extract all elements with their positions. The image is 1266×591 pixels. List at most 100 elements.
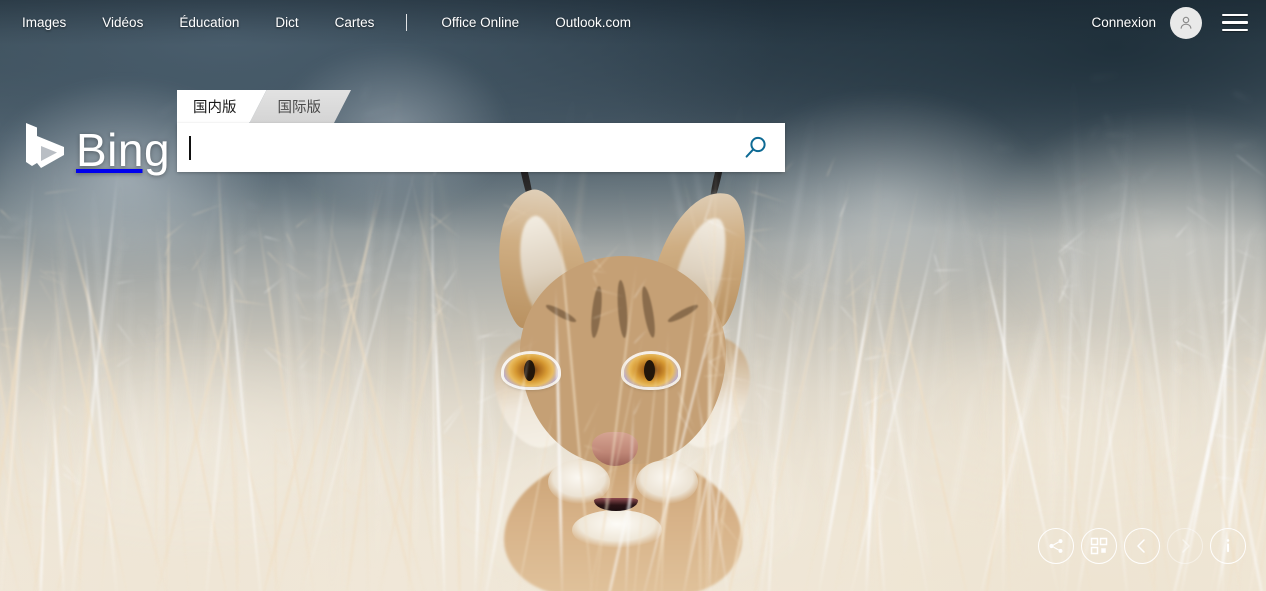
grass-frond xyxy=(285,263,313,282)
grass-frond xyxy=(0,235,28,239)
bing-logo[interactable]: Bing xyxy=(24,122,170,178)
grass-blade xyxy=(191,242,288,591)
grass-frond xyxy=(1070,349,1086,374)
grass-blade xyxy=(660,329,669,591)
nav-links-left: Images Vidéos Éducation Dict Cartes Offi… xyxy=(22,14,667,31)
grass-frond xyxy=(473,487,490,491)
grass-frond xyxy=(458,498,476,525)
grass-frond xyxy=(502,338,540,362)
qrcode-button[interactable] xyxy=(1081,528,1117,564)
grass-frond xyxy=(154,312,188,332)
grass-frond xyxy=(233,243,248,254)
grass-blade xyxy=(554,285,564,591)
grass-frond xyxy=(263,235,282,242)
search-area: 国内版 国际版 xyxy=(177,90,785,172)
person-icon xyxy=(1180,16,1192,29)
grass-frond xyxy=(1235,154,1266,182)
nav-link-videos[interactable]: Vidéos xyxy=(102,15,143,30)
grass-frond xyxy=(1249,443,1263,463)
grass-frond xyxy=(845,254,868,284)
bing-homepage: Images Vidéos Éducation Dict Cartes Offi… xyxy=(0,0,1266,591)
grass-blade xyxy=(274,417,278,591)
grass-frond xyxy=(792,257,819,281)
grass-frond xyxy=(1241,448,1264,452)
grass-frond xyxy=(884,496,906,506)
grass-blade xyxy=(892,269,978,591)
grass-frond xyxy=(1185,206,1221,234)
grass-frond xyxy=(781,291,797,305)
grass-frond xyxy=(116,279,137,285)
grass-frond xyxy=(97,367,108,397)
grass-frond xyxy=(441,434,479,457)
grass-frond xyxy=(633,396,644,415)
grass-frond xyxy=(295,293,310,318)
grass-frond xyxy=(267,346,294,361)
grass-frond xyxy=(592,241,623,275)
grass-frond xyxy=(781,308,800,332)
grass-blade xyxy=(233,439,239,591)
grass-blade xyxy=(512,403,556,591)
grass-frond xyxy=(755,333,778,342)
nav-separator xyxy=(406,14,408,31)
hamburger-bar xyxy=(1222,21,1248,24)
grass-blade xyxy=(634,258,730,591)
grass-frond xyxy=(933,277,955,296)
tab-international[interactable]: 国际版 xyxy=(250,90,352,123)
grass-frond xyxy=(592,274,599,289)
chevron-left-icon xyxy=(1137,539,1145,553)
grass-blade xyxy=(598,455,641,591)
grass-frond xyxy=(1070,405,1079,420)
grass-frond xyxy=(442,402,464,426)
grass-frond xyxy=(1185,246,1200,256)
bing-wordmark: Bing xyxy=(76,124,171,176)
share-button[interactable] xyxy=(1038,528,1074,564)
nav-link-images[interactable]: Images xyxy=(22,15,66,30)
grass-blade xyxy=(454,450,463,591)
nav-link-outlook[interactable]: Outlook.com xyxy=(555,15,631,30)
grass-frond xyxy=(750,234,770,255)
nav-link-office-online[interactable]: Office Online xyxy=(441,15,519,30)
grass-blade xyxy=(154,208,194,591)
info-button[interactable] xyxy=(1210,528,1246,564)
grass-frond xyxy=(704,277,744,281)
hamburger-menu-icon[interactable] xyxy=(1222,13,1248,33)
hamburger-bar xyxy=(1222,13,1248,17)
nav-link-cartes[interactable]: Cartes xyxy=(335,15,375,30)
nav-link-dict[interactable]: Dict xyxy=(275,15,298,30)
nav-account-area: Connexion xyxy=(1091,6,1248,39)
bing-b-logo-icon xyxy=(26,123,64,168)
grass-frond xyxy=(1159,449,1184,466)
grass-frond xyxy=(266,251,284,269)
search-button[interactable] xyxy=(727,123,785,172)
search-input[interactable] xyxy=(177,123,727,172)
grass-blade xyxy=(145,269,239,591)
grass-frond xyxy=(233,279,250,308)
grass-frond xyxy=(1185,328,1214,345)
text-caret xyxy=(189,136,191,160)
grass-frond xyxy=(295,217,309,229)
grass-frond xyxy=(502,204,537,221)
grass-blade xyxy=(430,164,436,591)
grass-frond xyxy=(473,352,503,366)
search-box xyxy=(177,123,785,172)
grass-frond xyxy=(755,384,795,397)
grass-frond xyxy=(0,209,13,222)
sign-in-link[interactable]: Connexion xyxy=(1091,15,1156,30)
grass-frond xyxy=(1057,256,1070,289)
grass-frond xyxy=(933,253,943,284)
nav-link-education[interactable]: Éducation xyxy=(179,15,239,30)
grass-frond xyxy=(583,398,602,434)
grass-frond xyxy=(0,274,5,289)
chevron-right-icon xyxy=(1182,539,1190,553)
grass-frond xyxy=(285,232,299,259)
grass-frond xyxy=(750,227,778,233)
prev-image-button[interactable] xyxy=(1124,528,1160,564)
grass-blade xyxy=(583,328,645,591)
avatar[interactable] xyxy=(1170,6,1202,39)
grass-blade xyxy=(623,395,635,591)
grass-frond xyxy=(298,354,312,371)
grass-frond xyxy=(592,306,624,320)
grass-frond xyxy=(26,441,38,460)
hamburger-bar xyxy=(1222,28,1248,32)
grass-frond xyxy=(340,441,360,463)
